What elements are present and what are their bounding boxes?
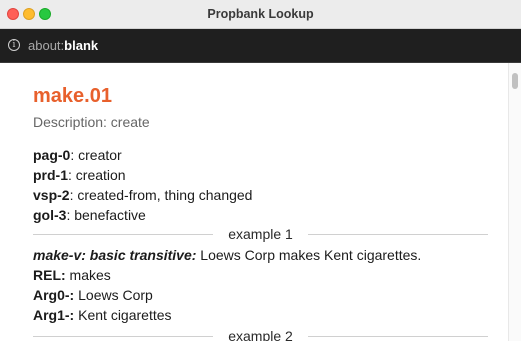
arg-label: Arg1-: bbox=[33, 307, 75, 323]
example-divider: example 2 bbox=[33, 327, 488, 341]
scrollbar-thumb[interactable] bbox=[512, 73, 518, 89]
role-desc: : benefactive bbox=[66, 207, 146, 223]
role-tag: gol-3 bbox=[33, 207, 67, 223]
url-scheme: about: bbox=[28, 38, 65, 53]
role-item: pag-0: creator bbox=[33, 145, 252, 165]
role-tag: pag-0 bbox=[33, 147, 71, 163]
role-list: pag-0: creator prd-1: creation vsp-2: cr… bbox=[33, 145, 252, 225]
example-sentence: make-v: basic transitive: Loews Corp mak… bbox=[33, 245, 421, 265]
frame-description: Description: create bbox=[33, 114, 150, 130]
example-divider: example 1 bbox=[33, 225, 488, 243]
example-header: example 1 bbox=[224, 226, 297, 242]
info-icon[interactable]: i bbox=[8, 39, 20, 51]
title-bar[interactable]: Propbank Lookup bbox=[0, 0, 521, 29]
example-name: make-v: basic transitive: bbox=[33, 247, 197, 263]
window-title: Propbank Lookup bbox=[207, 7, 314, 21]
role-item: gol-3: benefactive bbox=[33, 205, 252, 225]
example-header: example 2 bbox=[224, 328, 297, 341]
role-desc: : creation bbox=[68, 167, 126, 183]
example-block: make-v: basic transitive: Loews Corp mak… bbox=[33, 245, 421, 325]
rel-value: makes bbox=[65, 267, 111, 283]
url-host: blank bbox=[64, 38, 99, 53]
arg-value: Kent cigarettes bbox=[74, 307, 172, 323]
url-text[interactable]: about:blank bbox=[28, 38, 98, 53]
role-tag: prd-1 bbox=[33, 167, 68, 183]
role-item: prd-1: creation bbox=[33, 165, 252, 185]
role-desc: : created-from, thing changed bbox=[69, 187, 253, 203]
role-desc: : creator bbox=[70, 147, 122, 163]
arg-value: Loews Corp bbox=[74, 287, 153, 303]
page-content: make.01 Description: create pag-0: creat… bbox=[0, 63, 521, 341]
address-bar[interactable]: i about:blank bbox=[0, 29, 521, 63]
rel-label: REL: bbox=[33, 267, 66, 283]
vertical-scrollbar[interactable] bbox=[508, 63, 521, 341]
example-rel: REL: makes bbox=[33, 265, 421, 285]
arg-label: Arg0-: bbox=[33, 287, 75, 303]
example-text: Loews Corp makes Kent cigarettes. bbox=[196, 247, 422, 263]
example-arg: Arg1-: Kent cigarettes bbox=[33, 305, 421, 325]
browser-window: Propbank Lookup i about:blank make.01 De… bbox=[0, 0, 521, 341]
role-item: vsp-2: created-from, thing changed bbox=[33, 185, 252, 205]
role-tag: vsp-2 bbox=[33, 187, 70, 203]
frame-title: make.01 bbox=[33, 85, 112, 107]
example-arg: Arg0-: Loews Corp bbox=[33, 285, 421, 305]
